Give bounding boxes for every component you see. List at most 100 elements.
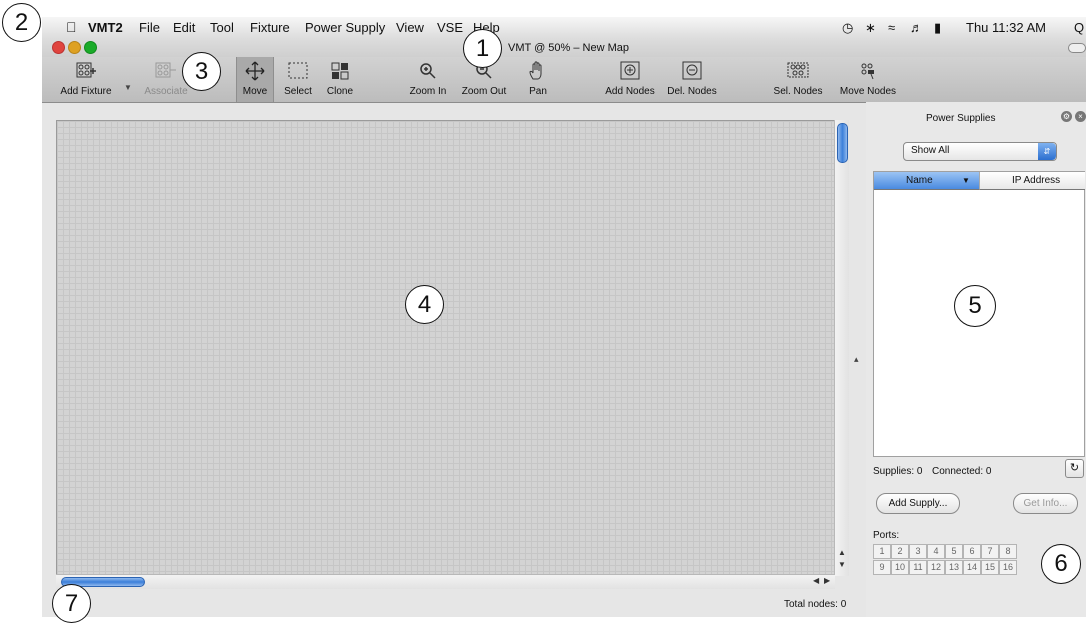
add-fixture-button[interactable]: Add Fixture: [50, 57, 122, 102]
select-tool-button[interactable]: Select: [280, 57, 316, 102]
select-stepper-icon: ⇵: [1038, 143, 1056, 160]
menu-file[interactable]: File: [139, 20, 160, 35]
callout-marker: 6: [1041, 544, 1081, 584]
add-fixture-label: Add Fixture: [60, 86, 112, 97]
sel-nodes-icon: [787, 62, 809, 78]
port-cell[interactable]: 3: [909, 544, 927, 559]
show-filter-value: Show All: [911, 145, 950, 156]
scroll-left-arrow-icon[interactable]: ◀: [813, 576, 819, 585]
map-canvas[interactable]: [56, 120, 835, 575]
port-cell[interactable]: 4: [927, 544, 945, 559]
port-cell[interactable]: 6: [963, 544, 981, 559]
port-cell[interactable]: 9: [873, 560, 891, 575]
get-info-button[interactable]: Get Info...: [1013, 493, 1078, 514]
scroll-down-arrow-icon[interactable]: ▼: [838, 560, 846, 569]
column-ip-label: IP Address: [1012, 175, 1061, 186]
minimize-window-icon[interactable]: [68, 41, 81, 54]
close-window-icon[interactable]: [52, 41, 65, 54]
scroll-right-arrow-icon[interactable]: ▶: [824, 576, 830, 585]
column-header-ip[interactable]: IP Address: [979, 172, 1085, 190]
volume-icon[interactable]: ♬: [910, 20, 923, 35]
menu-tool[interactable]: Tool: [210, 20, 234, 35]
panel-title: Power Supplies: [926, 113, 996, 124]
callout-marker: 2: [2, 3, 41, 42]
toolbar-toggle-icon[interactable]: [1068, 43, 1086, 53]
zoom-window-icon[interactable]: [84, 41, 97, 54]
move-tool-button[interactable]: Move: [236, 57, 274, 102]
port-cell[interactable]: 1: [873, 544, 891, 559]
supplies-count: Supplies: 0: [873, 466, 923, 477]
panel-gear-icon[interactable]: ⚙: [1061, 111, 1072, 122]
vertical-scroll-thumb[interactable]: [837, 123, 848, 163]
move-nodes-label: Move Nodes: [839, 86, 897, 97]
scroll-up-arrow-icon[interactable]: ▲: [838, 548, 846, 557]
port-cell[interactable]: 12: [927, 560, 945, 575]
port-cell[interactable]: 14: [963, 560, 981, 575]
zoom-in-button[interactable]: Zoom In: [404, 57, 452, 102]
callout-marker: 5: [954, 285, 996, 327]
vertical-scrollbar[interactable]: ▲ ▼: [834, 120, 849, 576]
horizontal-scrollbar[interactable]: ◀ ▶: [56, 574, 835, 589]
move-label: Move: [242, 86, 268, 97]
del-nodes-label: Del. Nodes: [667, 86, 717, 97]
del-nodes-button[interactable]: Del. Nodes: [664, 57, 720, 102]
menu-bar:  VMT2 File Edit Tool Fixture Power Supp…: [42, 17, 1086, 40]
zoom-in-label: Zoom In: [409, 86, 447, 97]
select-icon: [288, 62, 308, 79]
port-cell[interactable]: 10: [891, 560, 909, 575]
menu-clock[interactable]: Thu 11:32 AM: [966, 20, 1046, 35]
zoom-in-icon: [420, 63, 436, 79]
callout-marker: 1: [463, 29, 502, 68]
callout-marker: 3: [182, 52, 221, 91]
pan-hand-icon: [529, 61, 542, 80]
menu-view[interactable]: View: [396, 20, 424, 35]
total-nodes-status: Total nodes: 0: [784, 599, 847, 610]
add-fixture-icon: [76, 62, 96, 78]
add-nodes-label: Add Nodes: [605, 86, 655, 97]
clone-icon: [331, 62, 349, 80]
battery-icon[interactable]: ▮: [934, 20, 941, 36]
pan-tool-button[interactable]: Pan: [520, 57, 556, 102]
port-cell[interactable]: 15: [981, 560, 999, 575]
clone-label: Clone: [326, 86, 354, 97]
move-nodes-button[interactable]: Move Nodes: [838, 57, 898, 102]
port-cell[interactable]: 8: [999, 544, 1017, 559]
window-title: VMT @ 50% – New Map: [508, 42, 630, 54]
menu-app-name[interactable]: VMT2: [88, 20, 123, 35]
pan-label: Pan: [529, 86, 547, 97]
menu-fixture[interactable]: Fixture: [250, 20, 290, 35]
ports-label: Ports:: [873, 530, 900, 541]
column-header-name[interactable]: Name ▼: [874, 172, 979, 190]
del-nodes-icon: [682, 61, 702, 80]
menu-vse[interactable]: VSE: [437, 20, 463, 35]
time-machine-icon[interactable]: ◷: [842, 20, 853, 36]
add-supply-button[interactable]: Add Supply...: [876, 493, 960, 514]
port-cell[interactable]: 5: [945, 544, 963, 559]
add-fixture-dropdown-icon[interactable]: ▼: [124, 83, 132, 92]
menu-edit[interactable]: Edit: [173, 20, 195, 35]
panel-close-icon[interactable]: ×: [1075, 111, 1086, 122]
move-icon: [245, 61, 265, 81]
panel-collapse-handle-icon[interactable]: ▴: [854, 354, 859, 365]
sel-nodes-label: Sel. Nodes: [773, 86, 823, 97]
bluetooth-icon[interactable]: ∗: [865, 20, 876, 36]
apple-icon[interactable]: : [66, 19, 77, 35]
spotlight-icon[interactable]: Q: [1074, 20, 1084, 35]
port-cell[interactable]: 16: [999, 560, 1017, 575]
callout-marker: 7: [52, 584, 91, 623]
power-supplies-panel: Power Supplies ⚙ × Show All ⇵ Name ▼ IP …: [866, 102, 1086, 617]
show-filter-select[interactable]: Show All ⇵: [903, 142, 1057, 161]
clone-tool-button[interactable]: Clone: [322, 57, 358, 102]
sel-nodes-button[interactable]: Sel. Nodes: [770, 57, 826, 102]
port-cell[interactable]: 11: [909, 560, 927, 575]
port-cell[interactable]: 7: [981, 544, 999, 559]
menu-power-supply[interactable]: Power Supply: [305, 20, 385, 35]
port-cell[interactable]: 2: [891, 544, 909, 559]
add-nodes-icon: [620, 61, 640, 80]
associate-icon: [155, 62, 176, 78]
associate-label: Associate: [144, 86, 188, 97]
port-cell[interactable]: 13: [945, 560, 963, 575]
add-nodes-button[interactable]: Add Nodes: [602, 57, 658, 102]
refresh-icon[interactable]: ↻: [1065, 459, 1084, 478]
wifi-icon[interactable]: ≈: [888, 20, 895, 35]
